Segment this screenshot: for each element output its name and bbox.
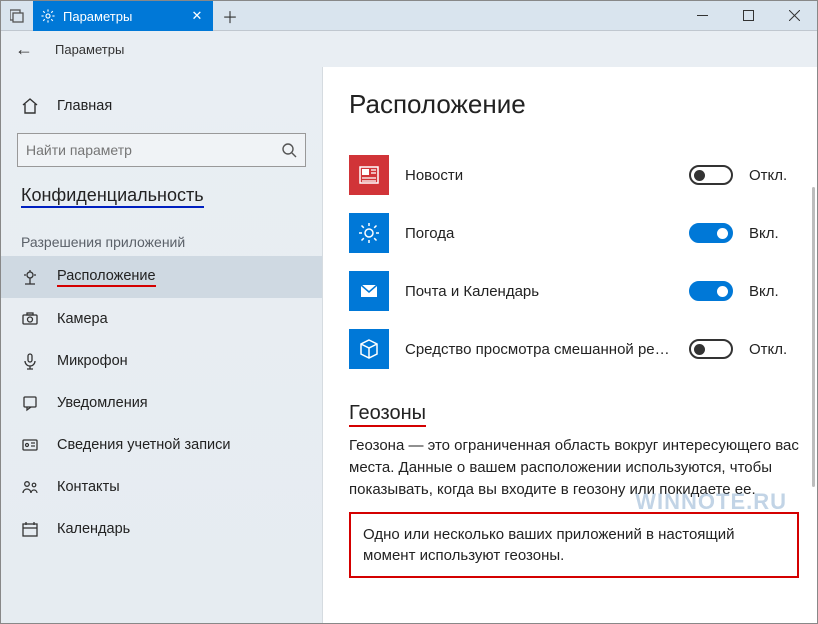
active-tab[interactable]: Параметры ✕ [33,1,213,31]
weather-icon [349,213,389,253]
sidebar-item-label: Календарь [57,521,130,537]
app-row-mail: Почта и Календарь Вкл. [349,262,799,320]
window-controls [679,1,817,30]
toggle-news[interactable] [689,165,733,185]
page-heading: Расположение [349,89,799,120]
new-tab-button[interactable]: ＋ [213,1,247,30]
close-button[interactable] [771,1,817,30]
app-row-mixed-reality: Средство просмотра смешанной реальн... О… [349,320,799,378]
search-icon [281,142,297,158]
tab-label: Параметры [63,9,181,24]
microphone-icon [21,352,39,370]
sidebar: Главная Конфиденциальность Разрешения пр… [1,67,323,623]
toggle-state: Вкл. [749,225,799,242]
tab-strip: Параметры ✕ ＋ [1,1,247,30]
task-view-icon[interactable] [1,1,33,30]
geofence-heading: Геозоны [349,402,426,425]
sidebar-item-label: Контакты [57,479,120,495]
tab-close-icon[interactable]: ✕ [189,8,205,24]
main-panel: Расположение Новости Откл. Погода Вкл. П… [323,67,817,623]
camera-icon [21,310,39,328]
sidebar-item-label: Уведомления [57,395,148,411]
news-icon [349,155,389,195]
home-icon [21,97,39,115]
sidebar-item-notifications[interactable]: Уведомления [1,382,322,424]
subheader: ← Параметры [1,31,817,67]
sidebar-item-label: Камера [57,311,108,327]
app-label: Погода [405,225,673,242]
app-label: Средство просмотра смешанной реальн... [405,341,673,358]
maximize-button[interactable] [725,1,771,30]
geofence-description: Геозона — это ограниченная область вокру… [349,435,799,500]
mail-icon [349,271,389,311]
nav-home-label: Главная [57,98,112,114]
sidebar-item-camera[interactable]: Камера [1,298,322,340]
scrollbar[interactable] [812,187,815,487]
toggle-mixed-reality[interactable] [689,339,733,359]
search-box[interactable] [17,133,306,167]
app-row-news: Новости Откл. [349,146,799,204]
sidebar-item-label: Сведения учетной записи [57,437,231,453]
app-label: Почта и Календарь [405,283,673,300]
toggle-state: Вкл. [749,283,799,300]
toggle-state: Откл. [749,341,799,358]
sidebar-section-label: Разрешения приложений [1,220,322,256]
sidebar-item-microphone[interactable]: Микрофон [1,340,322,382]
sidebar-item-location[interactable]: Расположение [1,256,322,298]
toggle-state: Откл. [749,167,799,184]
gear-icon [41,9,55,23]
app-row-weather: Погода Вкл. [349,204,799,262]
toggle-weather[interactable] [689,223,733,243]
back-button[interactable]: ← [15,39,33,60]
app-label: Новости [405,167,673,184]
sidebar-item-calendar[interactable]: Календарь [1,508,322,550]
sidebar-item-account-info[interactable]: Сведения учетной записи [1,424,322,466]
titlebar: Параметры ✕ ＋ [1,1,817,31]
minimize-button[interactable] [679,1,725,30]
search-input[interactable] [26,142,281,158]
sidebar-item-contacts[interactable]: Контакты [1,466,322,508]
contacts-icon [21,478,39,496]
geofence-notice: Одно или несколько ваших приложений в на… [349,512,799,578]
sidebar-category: Конфиденциальность [1,185,322,206]
subheader-title: Параметры [55,42,124,57]
sidebar-item-label: Расположение [57,268,156,287]
content: Главная Конфиденциальность Разрешения пр… [1,67,817,623]
sidebar-item-label: Микрофон [57,353,128,369]
location-icon [21,268,39,286]
account-icon [21,436,39,454]
bell-icon [21,394,39,412]
calendar-icon [21,520,39,538]
nav-home[interactable]: Главная [1,85,322,127]
toggle-mail[interactable] [689,281,733,301]
cube-icon [349,329,389,369]
